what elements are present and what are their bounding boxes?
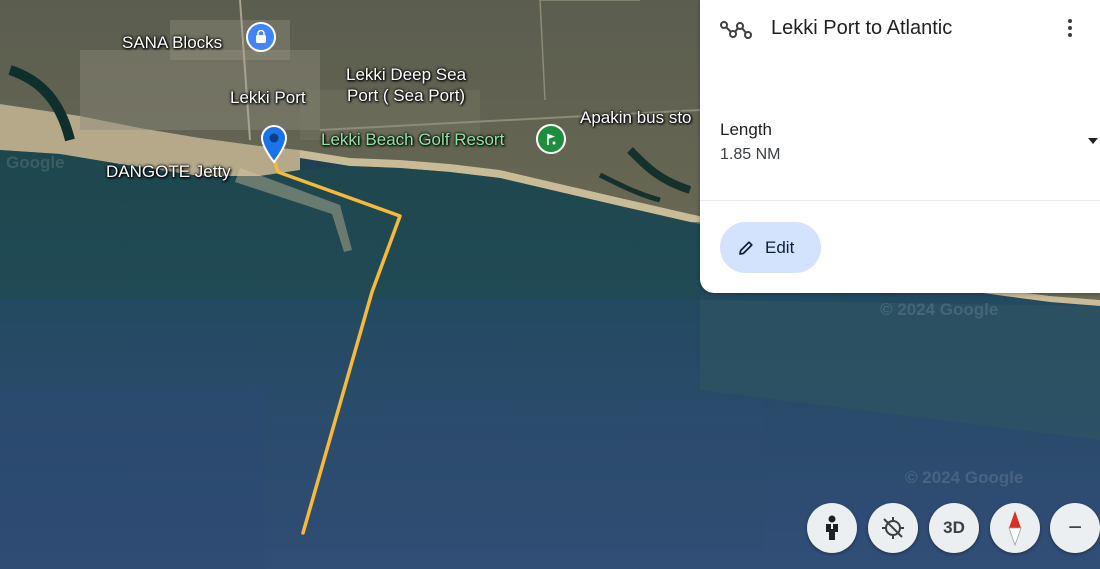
- pegman-button[interactable]: [807, 503, 857, 553]
- zoom-out-label: −: [1067, 514, 1082, 541]
- dropdown-arrow-icon[interactable]: [1086, 136, 1100, 146]
- copyright-watermark: © 2024 Google: [905, 468, 1024, 487]
- pegman-icon: [826, 515, 838, 540]
- label-dangote-jetty[interactable]: DANGOTE Jetty: [106, 162, 231, 182]
- route-title: Lekki Port to Atlantic: [771, 17, 953, 39]
- compass-icon: [1008, 511, 1022, 546]
- label-lekki-deep-sea-line1[interactable]: Lekki Deep Sea: [346, 65, 466, 85]
- shopping-bag-icon: [256, 30, 266, 43]
- panel-divider: [700, 200, 1100, 201]
- label-golf-resort[interactable]: Lekki Beach Golf Resort: [321, 130, 504, 150]
- location-button[interactable]: [868, 503, 918, 553]
- label-lekki-port[interactable]: Lekki Port: [230, 88, 306, 108]
- pencil-icon: [739, 240, 753, 255]
- route-icon: [720, 21, 752, 39]
- location-pin-icon[interactable]: [259, 124, 289, 164]
- more-vert-icon[interactable]: [1058, 16, 1082, 44]
- length-value: 1.85 NM: [720, 146, 781, 163]
- golf-pin[interactable]: [536, 124, 566, 154]
- three-d-label: 3D: [943, 518, 965, 537]
- google-watermark: Google: [6, 153, 65, 172]
- length-label: Length: [720, 120, 772, 139]
- copyright-watermark: © 2024 Google: [880, 300, 999, 319]
- zoom-out-button[interactable]: −: [1050, 503, 1100, 553]
- compass-button[interactable]: [990, 503, 1040, 553]
- shop-pin[interactable]: [246, 22, 276, 52]
- length-measurement[interactable]: Length 1.85 NM: [700, 110, 1100, 170]
- label-sana-blocks[interactable]: SANA Blocks: [122, 33, 222, 53]
- route-info-panel: Lekki Port to Atlantic Length 1.85 NM Ed…: [700, 0, 1100, 293]
- location-off-icon: [882, 517, 904, 539]
- label-apakin-bus-stop[interactable]: Apakin bus sto: [580, 108, 692, 128]
- panel-header: Lekki Port to Atlantic: [700, 0, 1100, 60]
- edit-button[interactable]: Edit: [720, 222, 821, 273]
- label-lekki-deep-sea-line2[interactable]: Port ( Sea Port): [347, 86, 465, 106]
- three-d-button[interactable]: 3D: [929, 503, 979, 553]
- golf-icon: [547, 134, 556, 145]
- edit-label: Edit: [765, 237, 795, 257]
